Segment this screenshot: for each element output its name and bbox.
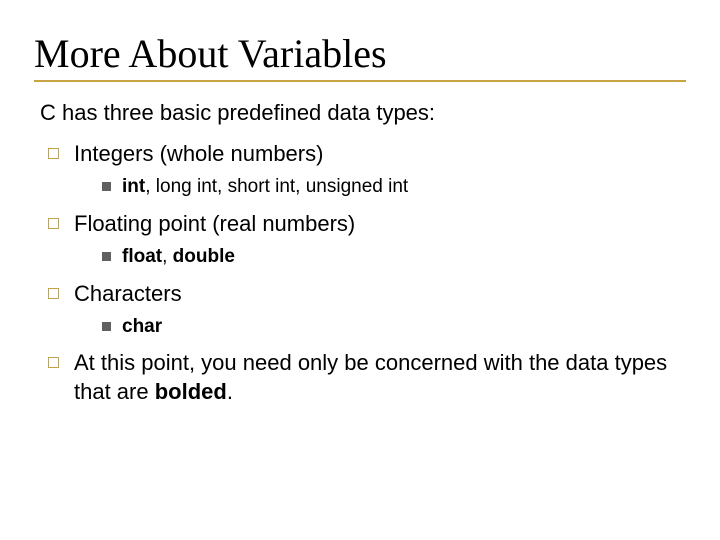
note-bolded: bolded [155,379,227,404]
intro-text: C has three basic predefined data types: [40,100,686,126]
type-int: int [122,176,145,197]
bullet-label: Integers (whole numbers) [74,141,323,166]
sub-list: char [98,314,686,340]
bullet-characters: Characters char [40,280,686,340]
sub-item-char: char [98,314,686,340]
sub-item-float: float, double [98,244,686,270]
type-double: double [173,246,235,267]
type-int-rest: , long int, short int, unsigned int [145,176,408,197]
bullet-floating: Floating point (real numbers) float, dou… [40,210,686,270]
type-float: float [122,246,162,267]
title-underline [34,80,686,82]
sub-list: int, long int, short int, unsigned int [98,174,686,200]
bullet-label: Characters [74,281,182,306]
slide-title: More About Variables [34,30,686,77]
bullet-note: At this point, you need only be concerne… [40,349,686,405]
bullet-integers: Integers (whole numbers) int, long int, … [40,140,686,200]
note-period: . [227,379,233,404]
sub-item-int: int, long int, short int, unsigned int [98,174,686,200]
bullet-list: Integers (whole numbers) int, long int, … [40,140,686,406]
type-char: char [122,316,162,337]
comma: , [162,246,173,267]
bullet-label: Floating point (real numbers) [74,211,355,236]
sub-list: float, double [98,244,686,270]
slide: More About Variables C has three basic p… [0,0,720,540]
